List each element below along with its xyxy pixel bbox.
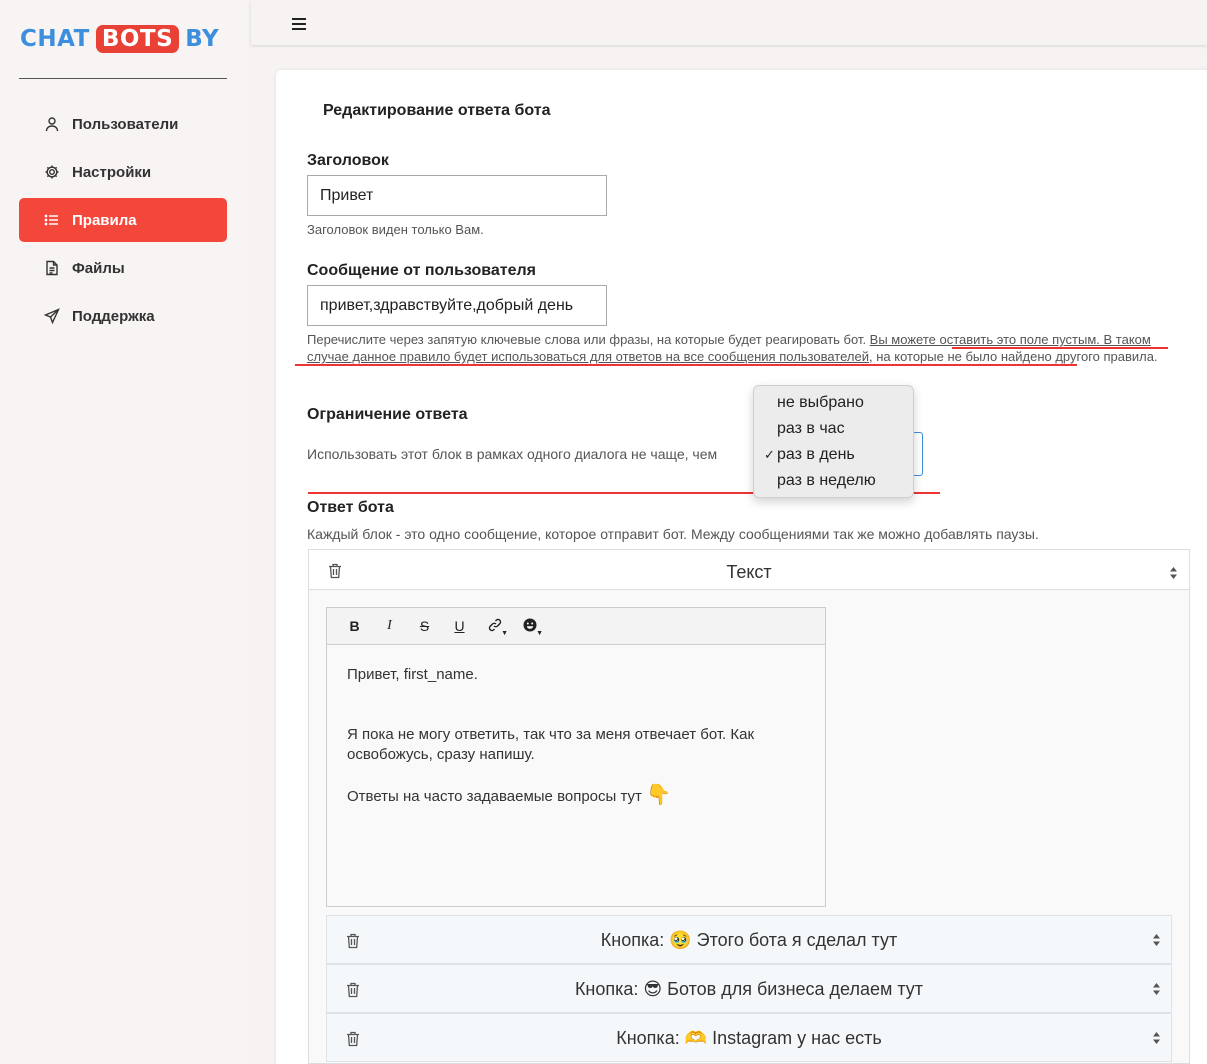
header-label: Заголовок bbox=[307, 152, 389, 169]
emoji-button[interactable]: ▼ bbox=[512, 614, 547, 639]
limit-option[interactable]: не выбрано bbox=[754, 390, 913, 416]
button-row[interactable]: Кнопка: 🥹 Этого бота я сделал тут bbox=[326, 915, 1172, 964]
link-button[interactable]: ▼ bbox=[477, 614, 512, 639]
user-icon bbox=[44, 116, 60, 132]
text-editor: B I S U ▼ ▼ Привет, first_name. Я пока н… bbox=[326, 607, 826, 907]
select-arrows-icon[interactable] bbox=[1152, 1031, 1161, 1045]
sidebar-item-label: Пользователи bbox=[72, 115, 179, 133]
button-row[interactable]: Кнопка: 😎 Ботов для бизнеса делаем тут bbox=[326, 964, 1172, 1013]
emoji-icon bbox=[523, 618, 537, 635]
topbar bbox=[251, 0, 1207, 45]
button-label: Кнопка: 🫶 Instagram у нас есть bbox=[616, 1028, 882, 1048]
limit-label: Ограничение ответа bbox=[307, 406, 468, 423]
answer-label: Ответ бота bbox=[307, 499, 394, 516]
sidebar-item-label: Поддержка bbox=[72, 307, 155, 325]
sidebar-item-support[interactable]: Поддержка bbox=[19, 294, 227, 338]
header-input[interactable]: Привет bbox=[307, 175, 607, 216]
sidebar-item-label: Правила bbox=[72, 211, 137, 229]
logo[interactable]: CHAT BOTS BY bbox=[20, 24, 219, 54]
link-icon bbox=[488, 618, 502, 635]
annotation-underline bbox=[295, 364, 1077, 366]
send-icon bbox=[44, 308, 60, 324]
editor-line-text: Ответы на часто задаваемые вопросы тут bbox=[347, 788, 642, 805]
limit-option-selected[interactable]: ✓ раз в день bbox=[754, 442, 913, 468]
editor-content[interactable]: Привет, first_name. Я пока не могу ответ… bbox=[327, 645, 825, 847]
logo-chat: CHAT bbox=[20, 26, 90, 52]
block-type: Текст bbox=[726, 562, 772, 582]
editor-toolbar: B I S U ▼ ▼ bbox=[327, 608, 825, 645]
gear-icon bbox=[44, 164, 60, 180]
limit-option-label: раз в день bbox=[777, 446, 855, 463]
sidebar-item-settings[interactable]: Настройки bbox=[19, 150, 227, 194]
sidebar-item-rules[interactable]: Правила bbox=[19, 198, 227, 242]
select-arrows-icon[interactable] bbox=[1152, 933, 1161, 947]
button-row[interactable]: Кнопка: 🫶 Instagram у нас есть bbox=[326, 1013, 1172, 1062]
select-arrows-icon[interactable] bbox=[1169, 566, 1178, 580]
sidebar: CHAT BOTS BY Пользователи Настройки Прав… bbox=[0, 0, 247, 1064]
sidebar-nav: Пользователи Настройки Правила Файлы Под… bbox=[19, 102, 227, 342]
underline-button[interactable]: U bbox=[442, 614, 477, 639]
editor-line: Привет, first_name. bbox=[347, 666, 478, 683]
pointing-down-icon: 👇 bbox=[646, 784, 671, 806]
annotation-underline bbox=[952, 347, 1168, 349]
chevron-down-icon: ▼ bbox=[536, 629, 543, 637]
sidebar-item-label: Настройки bbox=[72, 163, 152, 181]
message-help-part1: Перечислите через запятую ключевые слова… bbox=[307, 332, 870, 347]
button-label: Кнопка: 😎 Ботов для бизнеса делаем тут bbox=[574, 979, 924, 999]
limit-dropdown: не выбрано раз в час ✓ раз в день раз в н… bbox=[753, 385, 914, 498]
editor-line: Я пока не могу ответить, так что за меня… bbox=[347, 726, 755, 763]
limit-option[interactable]: раз в час bbox=[754, 416, 913, 442]
logo-bots: BOTS bbox=[95, 25, 180, 53]
sidebar-divider bbox=[19, 78, 227, 79]
sidebar-item-files[interactable]: Файлы bbox=[19, 246, 227, 290]
list-icon bbox=[44, 212, 60, 228]
button-label: Кнопка: 🥹 Этого бота я сделал тут bbox=[600, 930, 898, 950]
header-help: Заголовок виден только Вам. bbox=[307, 222, 484, 237]
strikethrough-button[interactable]: S bbox=[407, 614, 442, 639]
check-icon: ✓ bbox=[764, 447, 775, 462]
logo-by: BY bbox=[185, 26, 220, 52]
sidebar-item-users[interactable]: Пользователи bbox=[19, 102, 227, 146]
page-title: Редактирование ответа бота bbox=[323, 102, 551, 119]
sidebar-item-label: Файлы bbox=[72, 259, 125, 277]
file-icon bbox=[44, 260, 60, 276]
editor-line: Ответы на часто задаваемые вопросы тут 👇 bbox=[347, 785, 805, 807]
limit-text: Использовать этот блок в рамках одного д… bbox=[307, 446, 718, 462]
message-label: Сообщение от пользователя bbox=[307, 262, 537, 279]
bold-button[interactable]: B bbox=[337, 614, 372, 639]
chevron-down-icon: ▼ bbox=[501, 629, 508, 637]
block-header[interactable]: Текст bbox=[309, 550, 1189, 590]
select-arrows-icon[interactable] bbox=[1152, 982, 1161, 996]
message-help-part3: , на которые не было найдено другого пра… bbox=[868, 349, 1158, 364]
message-input[interactable]: привет,здравствуйте,добрый день bbox=[307, 285, 607, 326]
answer-help: Каждый блок - это одно сообщение, которо… bbox=[307, 526, 1039, 542]
menu-icon[interactable] bbox=[292, 18, 306, 33]
limit-option[interactable]: раз в неделю bbox=[754, 468, 913, 494]
italic-button[interactable]: I bbox=[372, 614, 407, 639]
